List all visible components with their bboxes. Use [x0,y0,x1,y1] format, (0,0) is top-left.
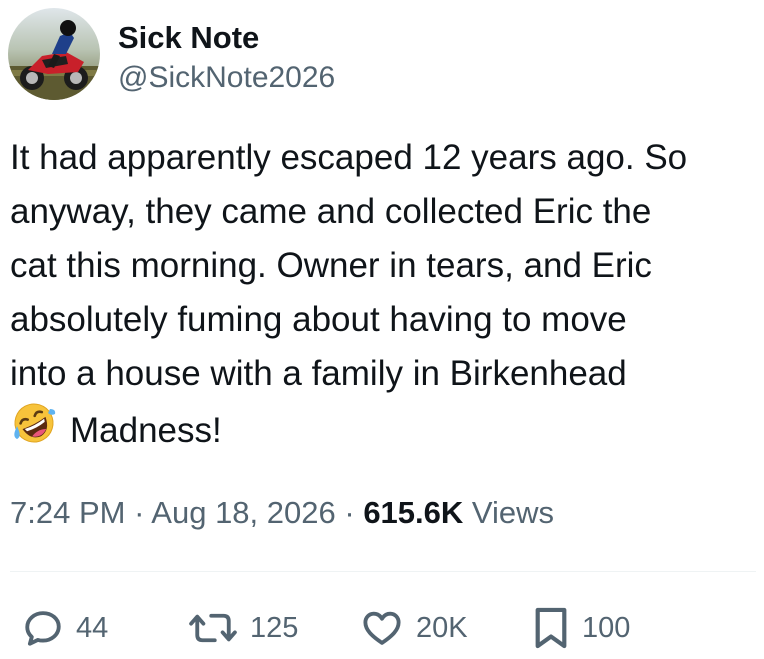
tweet-text-line: into a house with a family in Birkenhead [10,354,627,393]
tweet-meta: 7:24 PM · Aug 18, 2026 · 615.6K Views [10,491,554,535]
avatar-image [8,8,100,100]
views-label: Views [471,495,555,530]
reply-count: 44 [76,611,109,644]
bookmark-button[interactable]: 100 [532,600,630,656]
tweet-header: Sick Note @SickNote2026 [8,8,335,100]
avatar[interactable] [8,8,100,100]
repost-button[interactable]: 125 [188,600,298,656]
tweet-text-line: Madness! [70,411,222,450]
tweet-text-last-line: Madness! [10,401,758,461]
heart-icon [360,607,404,649]
reply-button[interactable]: 44 [22,600,108,656]
tweet-text-line: cat this morning. Owner in tears, and Er… [10,246,652,285]
like-count: 20K [416,611,468,644]
tweet-text-line: anyway, they came and collected Eric the [10,192,652,231]
bookmark-icon [532,605,570,651]
meta-separator: · [125,495,152,530]
tweet-time[interactable]: 7:24 PM [10,495,125,530]
divider [10,571,756,572]
rolling-on-the-floor-laughing-icon [10,401,70,461]
repost-icon [188,607,238,649]
tweet-actions: 44 125 20K 100 [0,600,764,656]
tweet-date[interactable]: Aug 18, 2026 [151,495,335,530]
bookmark-count: 100 [582,611,631,644]
author-names: Sick Note @SickNote2026 [118,8,335,98]
like-button[interactable]: 20K [360,600,468,656]
author-handle[interactable]: @SickNote2026 [118,58,335,98]
meta-separator: · [335,495,364,530]
tweet-text-line: absolutely fuming about having to move [10,300,627,339]
tweet-card: Sick Note @SickNote2026 It had apparentl… [0,0,764,659]
repost-count: 125 [250,611,299,644]
views-count[interactable]: 615.6K [363,495,463,530]
tweet-text-line: It had apparently escaped 12 years ago. … [10,138,688,177]
reply-icon [22,607,64,649]
author-display-name[interactable]: Sick Note [118,18,335,58]
tweet-text: It had apparently escaped 12 years ago. … [10,131,758,461]
